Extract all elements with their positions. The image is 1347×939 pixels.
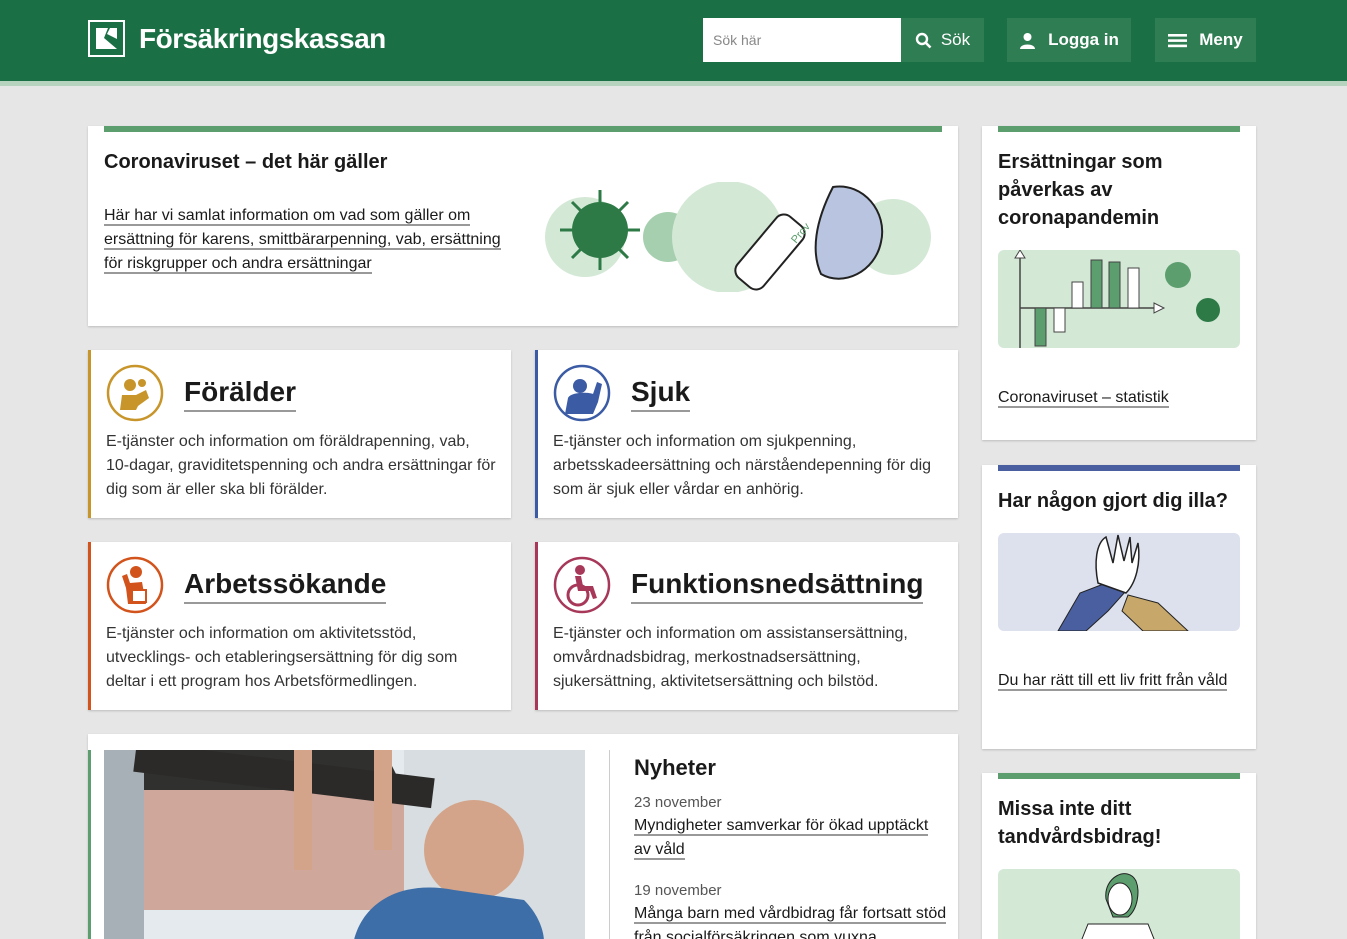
parent-icon — [106, 364, 164, 422]
login-button-label: Logga in — [1048, 30, 1119, 49]
corona-card: Coronaviruset – det här gäller Här har v… — [88, 126, 958, 326]
search-icon — [915, 32, 932, 48]
category-card-sjuk[interactable]: Sjuk E-tjänster och information om sjukp… — [535, 350, 958, 518]
news-item: 23 november Myndigheter samverkar för ök… — [634, 794, 944, 862]
side-card-dental: Missa inte ditt tandvårdsbidrag! — [982, 773, 1256, 939]
wheelchair-icon — [553, 556, 611, 614]
statistics-chart-illustration — [998, 250, 1240, 348]
side-link[interactable]: Du har rätt till ett liv fritt från våld — [998, 672, 1228, 691]
news-heading: Nyheter — [634, 755, 716, 780]
card-accent-bar — [998, 126, 1240, 132]
category-card-funktionsnedsattning[interactable]: Funktionsnedsättning E-tjänster och info… — [535, 542, 958, 710]
corona-info-link[interactable]: Här har vi samlat information om vad som… — [104, 207, 501, 274]
card-accent-bar — [104, 126, 942, 132]
news-card: Nyheter 23 november Myndigheter samverka… — [88, 734, 958, 939]
side-card-title: Ersättningar som påverkas av coronapande… — [998, 151, 1163, 229]
virus-icon — [1196, 298, 1220, 322]
side-card-corona-stats: Ersättningar som påverkas av coronapande… — [982, 126, 1256, 440]
side-card-title: Missa inte ditt tandvårdsbidrag! — [998, 798, 1162, 848]
category-description: E-tjänster och information om aktivitets… — [106, 625, 458, 690]
news-date: 19 november — [634, 882, 722, 899]
user-icon — [1020, 32, 1036, 49]
side-link[interactable]: Coronaviruset – statistik — [998, 389, 1169, 408]
job-seeker-icon — [106, 556, 164, 614]
category-title[interactable]: Förälder — [184, 374, 297, 412]
virus-icon — [1165, 262, 1191, 288]
login-button[interactable]: Logga in — [1007, 18, 1131, 62]
news-link[interactable]: Många barn med vårdbidrag får fortsatt s… — [634, 905, 947, 939]
news-divider — [609, 750, 610, 939]
category-card-foralder[interactable]: Förälder E-tjänster och information om f… — [88, 350, 511, 518]
search-button-label: Sök — [940, 30, 971, 49]
logo-text: Försäkringskassan — [139, 22, 386, 54]
logo-mark-icon — [88, 20, 125, 57]
side-link-wrap: Coronaviruset – statistik — [998, 386, 1169, 410]
category-description: E-tjänster och information om föräldrape… — [106, 433, 496, 498]
helping-hands-illustration — [998, 533, 1240, 631]
side-card-violence: Har någon gjort dig illa? Du har rätt ti… — [982, 465, 1256, 749]
news-date: 23 november — [634, 794, 722, 811]
virus-icon — [560, 190, 640, 270]
category-description: E-tjänster och information om sjukpennin… — [553, 433, 932, 498]
menu-button[interactable]: Meny — [1155, 18, 1256, 62]
category-description: E-tjänster och information om assistanse… — [553, 625, 908, 690]
side-link-wrap: Du har rätt till ett liv fritt från våld — [998, 669, 1238, 693]
corona-link-wrap: Här har vi samlat information om vad som… — [104, 204, 504, 276]
category-title[interactable]: Sjuk — [631, 374, 691, 412]
side-card-title: Har någon gjort dig illa? — [998, 490, 1228, 512]
category-title[interactable]: Funktionsnedsättning — [631, 566, 924, 604]
news-link[interactable]: Myndigheter samverkar för ökad upptäckt … — [634, 817, 929, 860]
dental-illustration — [998, 869, 1240, 939]
card-accent-bar — [998, 773, 1240, 779]
hamburger-icon — [1168, 33, 1188, 47]
corona-card-title: Coronaviruset – det här gäller — [104, 151, 388, 173]
site-logo[interactable]: Försäkringskassan — [88, 20, 386, 57]
sick-person-icon — [553, 364, 611, 422]
search-button[interactable]: Sök — [901, 18, 984, 62]
search-input[interactable] — [703, 18, 901, 62]
category-title[interactable]: Arbetssökande — [184, 566, 387, 604]
card-accent-bar — [998, 465, 1240, 471]
menu-button-label: Meny — [1199, 30, 1243, 49]
corona-illustration: Prov — [545, 182, 931, 292]
news-photo — [104, 750, 585, 939]
news-card-accent — [88, 750, 91, 939]
site-header: Försäkringskassan Sök Logga in Meny — [0, 0, 1347, 86]
category-card-arbetssokande[interactable]: Arbetssökande E-tjänster och information… — [88, 542, 511, 710]
news-item: 19 november Många barn med vårdbidrag få… — [634, 882, 954, 939]
